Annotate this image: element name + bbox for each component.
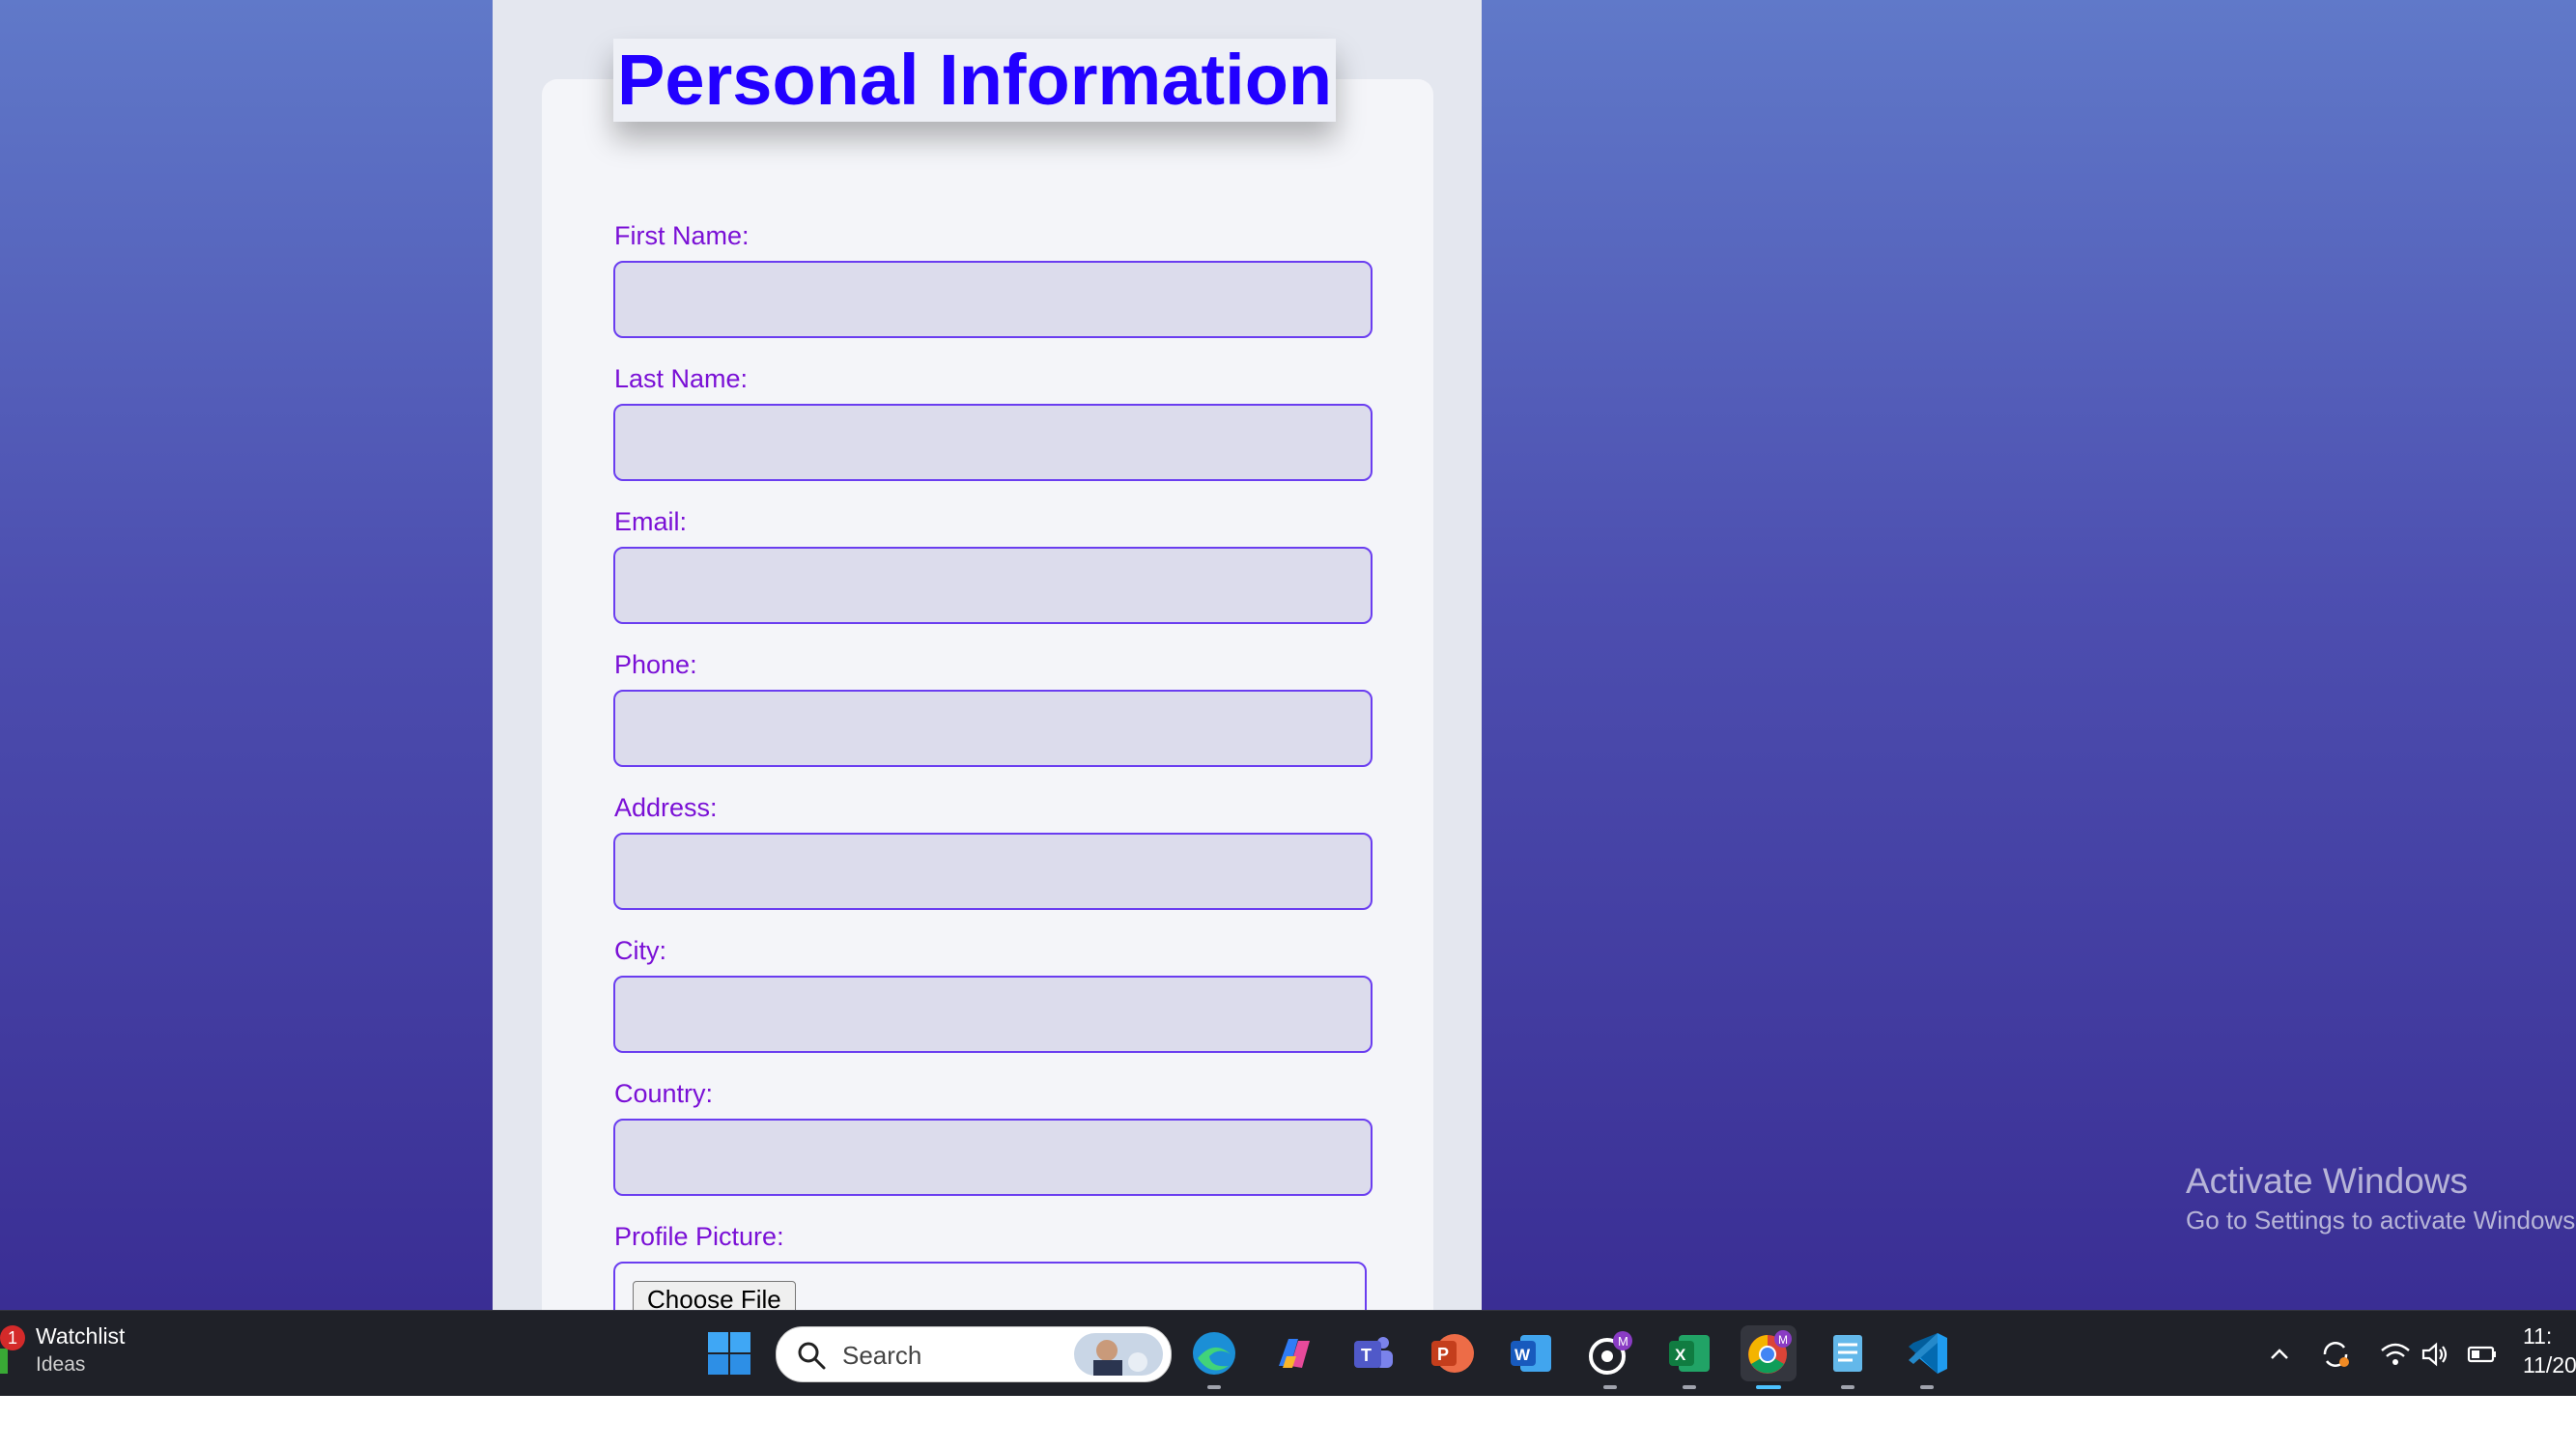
notification-badge: 1	[0, 1325, 25, 1350]
profile-picture-label: Profile Picture:	[614, 1222, 784, 1251]
taskbar-copilot[interactable]	[1265, 1325, 1321, 1381]
running-indicator	[1683, 1385, 1696, 1389]
clock-time: 11:	[2523, 1323, 2553, 1349]
city-field[interactable]	[613, 976, 1373, 1053]
city-label: City:	[614, 936, 666, 965]
taskbar-teams[interactable]: T	[1345, 1325, 1401, 1381]
email-field[interactable]	[613, 547, 1373, 624]
running-indicator	[1841, 1385, 1854, 1389]
choose-file-button[interactable]: Choose File	[633, 1281, 796, 1310]
profile-badge: M	[1778, 1333, 1788, 1347]
search-placeholder: Search	[842, 1341, 922, 1370]
country-label: Country:	[614, 1079, 714, 1108]
speaker-icon	[2421, 1342, 2448, 1367]
wifi-icon	[2381, 1343, 2410, 1365]
powerpoint-icon: P	[1431, 1334, 1474, 1373]
taskbar-edge[interactable]	[1186, 1325, 1242, 1389]
last-name-field[interactable]	[613, 404, 1373, 481]
notepad-icon	[1833, 1335, 1862, 1372]
watermark-title: Activate Windows	[2186, 1161, 2468, 1201]
taskbar-vscode[interactable]	[1899, 1325, 1955, 1389]
network-status[interactable]	[2378, 1337, 2413, 1372]
watermark-subtitle: Go to Settings to activate Windows.	[2186, 1206, 2576, 1235]
chart-icon	[0, 1349, 8, 1374]
taskbar-chrome[interactable]: M	[1741, 1325, 1797, 1389]
show-hidden-icons[interactable]	[2262, 1337, 2297, 1372]
running-indicator	[1603, 1385, 1617, 1389]
address-label: Address:	[614, 793, 718, 822]
activate-windows-watermark: Activate Windows Go to Settings to activ…	[2186, 1159, 2576, 1236]
first-name-field[interactable]	[613, 261, 1373, 338]
svg-text:X: X	[1675, 1346, 1686, 1364]
widget-subtitle: Ideas	[36, 1353, 86, 1376]
page-title: Personal Information	[613, 39, 1337, 122]
email-label: Email:	[614, 507, 688, 536]
taskbar-excel[interactable]: X	[1661, 1325, 1717, 1389]
svg-text:P: P	[1437, 1345, 1449, 1364]
taskbar-word[interactable]: W	[1503, 1325, 1559, 1381]
country-field[interactable]	[613, 1119, 1373, 1196]
chrome-icon: M	[1748, 1330, 1792, 1374]
copilot-icon	[1279, 1339, 1310, 1368]
phone-field[interactable]	[613, 690, 1373, 767]
search-highlight-image	[1074, 1333, 1163, 1376]
taskbar-search[interactable]: Search	[776, 1326, 1172, 1382]
start-button[interactable]	[701, 1325, 757, 1381]
first-name-label: First Name:	[614, 221, 750, 250]
running-indicator	[1920, 1385, 1934, 1389]
address-field[interactable]	[613, 833, 1373, 910]
taskbar-notepad[interactable]	[1820, 1325, 1876, 1389]
sync-status[interactable]	[2318, 1337, 2353, 1372]
word-icon: W	[1511, 1335, 1551, 1372]
clock-date: 11/20	[2523, 1352, 2576, 1378]
phone-label: Phone:	[614, 650, 697, 679]
blank-strip	[0, 1396, 2576, 1449]
last-name-label: Last Name:	[614, 364, 749, 393]
windows-start-icon	[708, 1332, 750, 1375]
widgets-button[interactable]: 1 Watchlist Ideas	[0, 1321, 155, 1389]
profile-badge: M	[1618, 1334, 1628, 1349]
edge-icon	[1193, 1332, 1235, 1375]
search-icon	[798, 1342, 826, 1370]
clock[interactable]: 11: 11/20	[2523, 1321, 2576, 1379]
widget-title: Watchlist	[36, 1323, 126, 1349]
active-indicator	[1756, 1385, 1781, 1389]
github-icon: M	[1589, 1331, 1632, 1375]
sync-icon	[2323, 1342, 2349, 1367]
teams-icon: T	[1354, 1337, 1393, 1368]
battery-status[interactable]	[2465, 1337, 2500, 1372]
excel-icon: X	[1669, 1335, 1710, 1372]
vscode-icon	[1909, 1333, 1947, 1374]
svg-text:T: T	[1361, 1346, 1372, 1365]
taskbar-powerpoint[interactable]: P	[1424, 1325, 1480, 1381]
chevron-up-icon	[2271, 1349, 2288, 1359]
running-indicator	[1207, 1385, 1221, 1389]
taskbar-github[interactable]: M	[1582, 1325, 1638, 1389]
desktop-background: Personal Information First Name: Last Na…	[0, 0, 2576, 1310]
battery-icon	[2467, 1346, 2496, 1363]
svg-text:W: W	[1514, 1346, 1531, 1364]
volume-control[interactable]	[2419, 1337, 2453, 1372]
